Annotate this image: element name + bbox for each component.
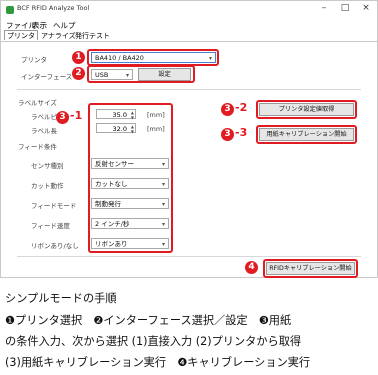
step-badge-3-3: 3 [221, 128, 234, 141]
printer-label: プリンタ [21, 56, 47, 64]
interface-label: インターフェース [21, 73, 73, 81]
procedure-line-3: (3)用紙キャリブレーション実行 ❹キャリブレーション実行 [5, 356, 311, 369]
step-badge-1: 1 [72, 51, 85, 64]
label-length-label: ラベル長 [31, 127, 57, 135]
menu-bar: ファイル 表示 ヘルプ [1, 19, 377, 30]
step-badge-3-1: 3 [56, 111, 69, 124]
cut-action-label: カット動作 [31, 182, 64, 190]
separator [17, 256, 361, 257]
highlight-paper-calibration [256, 125, 357, 144]
highlight-paper-conditions [88, 103, 173, 253]
step-badge-4: 4 [245, 261, 258, 274]
minimize-icon[interactable]: – [314, 3, 334, 13]
title-bar: BCF RFID Analyze Tool – □ × [1, 1, 377, 19]
app-icon [6, 6, 14, 14]
procedure-heading: シンプルモードの手順 [5, 292, 117, 305]
sensor-type-label: センサ種別 [31, 162, 64, 170]
tab-printer[interactable]: プリンタ [4, 30, 38, 40]
procedure-line-1: ❶プリンタ選択 ❷インターフェース選択／設定 ❸用紙 [5, 314, 292, 327]
highlight-get-settings [256, 100, 357, 119]
highlight-printer [87, 49, 219, 66]
app-window: BCF RFID Analyze Tool – □ × ファイル 表示 ヘルプ … [0, 0, 378, 278]
window-title: BCF RFID Analyze Tool [17, 4, 90, 12]
tab-print-test[interactable]: 発行テスト [73, 31, 112, 40]
step-badge-2: 2 [72, 67, 85, 80]
label-size-group-label: ラベルサイズ [18, 99, 57, 107]
tab-analyze[interactable]: アナライズ [39, 31, 78, 40]
step-badge-3-1-suffix: -1 [70, 109, 83, 122]
separator [17, 89, 361, 90]
ribbon-label: リボンあり/なし [31, 242, 79, 250]
close-icon[interactable]: × [356, 3, 376, 13]
tab-divider [1, 41, 377, 42]
procedure-line-2: の条件入力、次から選択 (1)直接入力 (2)プリンタから取得 [5, 335, 302, 348]
tab-bar: プリンタ アナライズ 発行テスト [1, 30, 377, 41]
maximize-icon[interactable]: □ [335, 3, 355, 13]
feed-mode-label: フィードモード [31, 202, 77, 210]
step-badge-3-2: 3 [221, 103, 234, 116]
feed-speed-label: フィード速度 [31, 222, 70, 230]
step-badge-3-3-suffix: -3 [235, 126, 248, 139]
highlight-rfid-calibration [263, 259, 358, 278]
step-badge-3-2-suffix: -2 [235, 101, 248, 114]
highlight-interface [87, 65, 195, 83]
feed-group-label: フィード条件 [18, 143, 57, 151]
